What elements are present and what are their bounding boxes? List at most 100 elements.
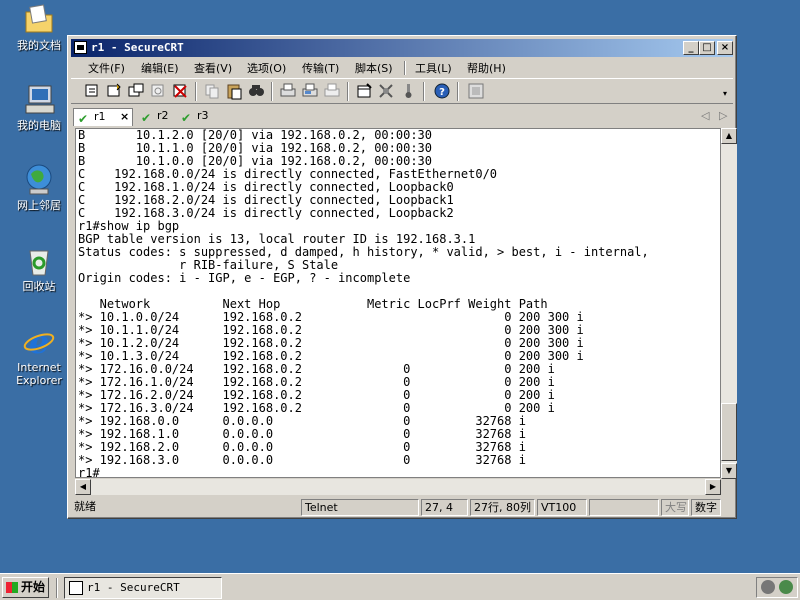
desktop-icon-my-documents[interactable]: 我的文档	[4, 2, 74, 52]
toolbar-separator	[423, 82, 425, 101]
toolbar-separator	[457, 82, 459, 101]
minimize-button[interactable]: _	[683, 41, 699, 55]
maximize-button[interactable]: □	[699, 41, 715, 55]
copy-icon[interactable]	[203, 82, 221, 100]
taskbar-item-securecrt[interactable]: r1 - SecureCRT	[64, 577, 222, 599]
desktop-icon-label: 网上邻居	[17, 199, 61, 212]
desktop-icon-my-computer[interactable]: 我的电脑	[4, 82, 74, 132]
paste-icon[interactable]	[225, 82, 243, 100]
connect-tab-icon[interactable]	[127, 82, 145, 100]
tab-r3[interactable]: ✔ r3	[177, 108, 213, 126]
toolbar-separator	[347, 82, 349, 101]
taskbar: 开始 r1 - SecureCRT	[0, 573, 800, 600]
tab-scroll-right-icon[interactable]: ▷	[719, 109, 727, 122]
tab-label: r3	[197, 109, 209, 122]
menu-tools[interactable]: 工具(L)	[415, 60, 452, 76]
terminal-output: B 10.1.2.0 [20/0] via 192.168.0.2, 00:00…	[78, 128, 649, 478]
print-selection-icon[interactable]	[301, 82, 319, 100]
global-options-icon[interactable]	[377, 82, 395, 100]
svg-text:e: e	[29, 324, 49, 358]
tray-speaker-icon[interactable]	[761, 580, 775, 594]
desktop-icon-network[interactable]: 网上邻居	[4, 162, 74, 212]
status-num: 数字	[691, 499, 721, 516]
svg-text:?: ?	[439, 87, 445, 98]
quick-connect-icon[interactable]	[105, 82, 123, 100]
my-documents-icon	[22, 2, 56, 36]
status-size: 27行, 80列	[470, 499, 535, 516]
status-caps: 大写	[661, 499, 689, 516]
menu-file[interactable]: 文件(F)	[88, 60, 125, 76]
menu-view[interactable]: 查看(V)	[194, 60, 232, 76]
print-setup-icon[interactable]	[323, 82, 341, 100]
tab-scroll-left-icon[interactable]: ◁	[701, 109, 709, 122]
scroll-up-button[interactable]: ▲	[721, 128, 737, 144]
desktop-icon-internet-explorer[interactable]: e Internet Explorer	[4, 323, 74, 387]
scroll-left-button[interactable]: ◀	[75, 479, 91, 495]
status-ready: 就绪	[74, 500, 96, 513]
help-icon[interactable]: ?	[433, 82, 451, 100]
securecrt-task-icon	[69, 581, 83, 595]
connected-check-icon: ✔	[78, 112, 89, 126]
menu-help[interactable]: 帮助(H)	[467, 60, 506, 76]
connect-icon[interactable]	[83, 82, 101, 100]
tab-r1[interactable]: ✔ r1 ×	[73, 108, 133, 126]
my-computer-icon	[22, 82, 56, 116]
taskbar-separator	[56, 578, 58, 598]
keymap-icon[interactable]	[399, 82, 417, 100]
menu-options[interactable]: 选项(O)	[247, 60, 286, 76]
start-button[interactable]: 开始	[2, 577, 49, 598]
reconnect-icon[interactable]	[149, 82, 167, 100]
vertical-scrollbar[interactable]: ▲ ▼	[721, 128, 737, 479]
toolbar: ? ▾	[71, 78, 733, 104]
print-icon[interactable]	[279, 82, 297, 100]
map-icon[interactable]	[467, 82, 485, 100]
toolbar-separator	[271, 82, 273, 101]
status-protocol: Telnet	[301, 499, 419, 516]
connected-check-icon: ✔	[141, 111, 152, 125]
close-button[interactable]: ×	[717, 41, 733, 55]
internet-explorer-icon: e	[22, 323, 56, 361]
scroll-right-button[interactable]: ▶	[705, 479, 721, 495]
tab-label: r1	[94, 110, 106, 123]
start-label: 开始	[21, 580, 46, 594]
desktop-icon-recycle-bin[interactable]: 回收站	[4, 243, 74, 293]
status-bar: 就绪 Telnet 27, 4 27行, 80列 VT100 大写 数字	[71, 498, 733, 517]
scroll-thumb[interactable]	[721, 403, 737, 461]
status-empty	[589, 499, 659, 516]
menu-separator	[404, 61, 406, 75]
recycle-bin-icon	[22, 243, 56, 277]
status-emulation: VT100	[537, 499, 587, 516]
menu-edit[interactable]: 编辑(E)	[141, 60, 179, 76]
toolbar-separator	[195, 82, 197, 101]
toolbar-overflow-icon[interactable]: ▾	[723, 89, 727, 98]
windows-logo-icon	[6, 582, 18, 593]
window-title: r1 - SecureCRT	[91, 41, 184, 54]
menu-transfer[interactable]: 传输(T)	[302, 60, 339, 76]
find-icon[interactable]	[247, 82, 265, 100]
app-icon[interactable]	[74, 41, 87, 54]
status-cursor: 27, 4	[421, 499, 468, 516]
tab-close-icon[interactable]: ×	[120, 109, 129, 125]
network-places-icon	[22, 162, 56, 196]
desktop-icon-label: 回收站	[22, 280, 56, 293]
tab-label: r2	[157, 109, 169, 122]
tray-network-icon[interactable]	[779, 580, 793, 594]
horizontal-scrollbar[interactable]: ◀ ▶	[75, 479, 721, 495]
system-tray	[756, 577, 798, 598]
desktop-icon-label: 我的电脑	[17, 119, 61, 132]
scroll-down-button[interactable]: ▼	[721, 463, 737, 479]
connected-check-icon: ✔	[181, 111, 192, 125]
menu-bar: 文件(F) 编辑(E) 查看(V) 选项(O) 传输(T) 脚本(S) 工具(L…	[71, 58, 733, 77]
desktop-icon-label: Explorer	[16, 374, 62, 387]
desktop-icon-label: Internet	[17, 361, 61, 374]
title-bar[interactable]: r1 - SecureCRT _ □ ×	[71, 39, 733, 57]
session-options-icon[interactable]	[355, 82, 373, 100]
desktop-icon-label: 我的文档	[17, 39, 61, 52]
taskbar-item-label: r1 - SecureCRT	[87, 581, 180, 594]
disconnect-icon[interactable]	[171, 82, 189, 100]
securecrt-window: r1 - SecureCRT _ □ × 文件(F) 编辑(E) 查看(V) 选…	[67, 35, 737, 519]
session-tabs: ✔ r1 × ✔ r2 ✔ r3 ◁ ▷	[71, 106, 733, 126]
menu-script[interactable]: 脚本(S)	[355, 60, 393, 76]
tab-r2[interactable]: ✔ r2	[137, 108, 173, 126]
terminal-screen[interactable]: B 10.1.2.0 [20/0] via 192.168.0.2, 00:00…	[75, 128, 721, 478]
